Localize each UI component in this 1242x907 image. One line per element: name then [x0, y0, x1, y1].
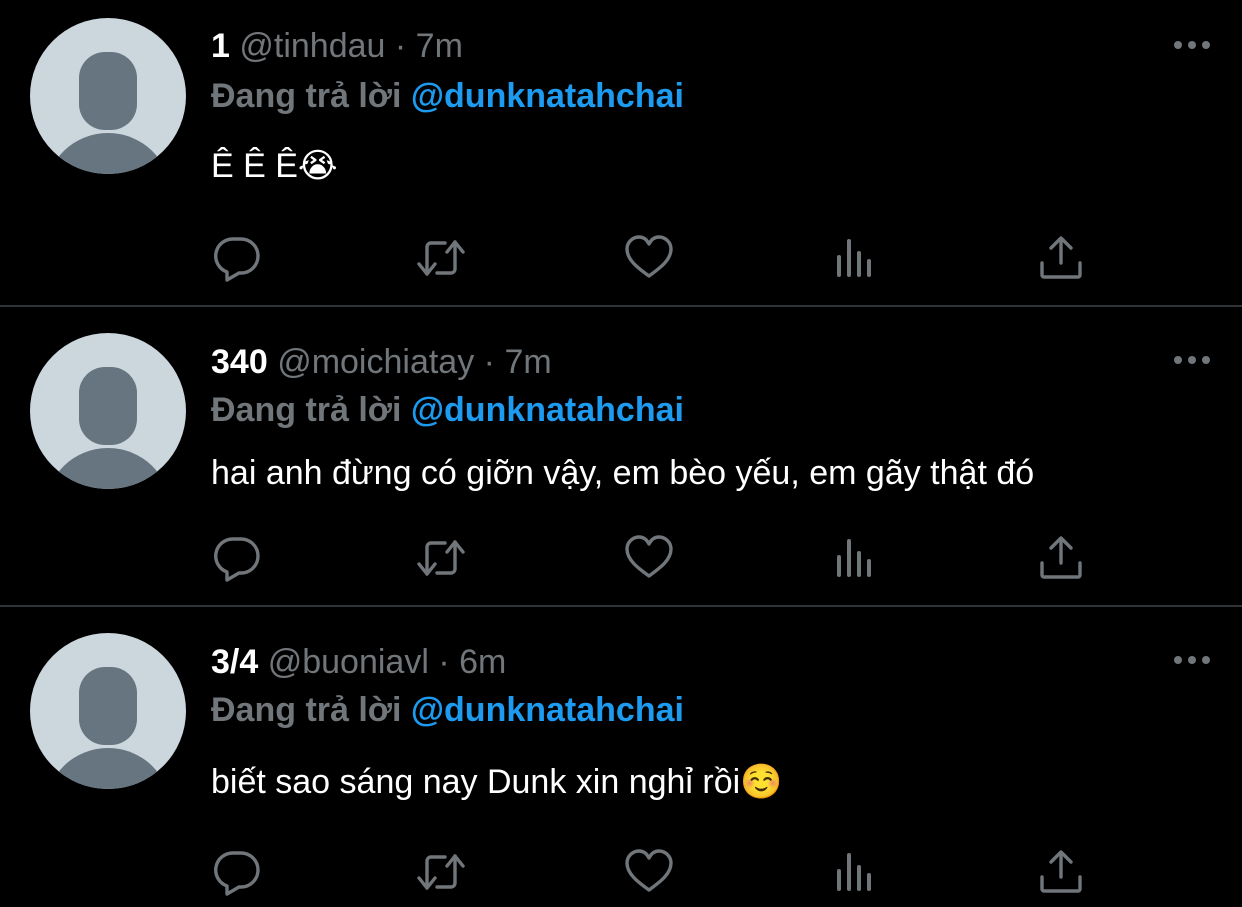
reply-icon — [214, 851, 260, 896]
reply-button[interactable] — [212, 233, 262, 283]
replying-to-mention[interactable]: @dunknatahchai — [411, 391, 684, 429]
default-avatar-icon — [49, 52, 167, 174]
replying-to-label: Đang trả lời — [211, 77, 402, 115]
separator-dot: · — [438, 643, 450, 681]
retweet-icon — [417, 240, 465, 276]
tweet[interactable]: 340 @moichiatay · 7m Đang trả lời @dunkn… — [0, 307, 1242, 605]
tweet[interactable]: 1 @tinhdau · 7m Đang trả lời @dunknatahc… — [0, 0, 1242, 306]
analytics-button[interactable] — [831, 533, 881, 583]
analytics-button[interactable] — [831, 847, 881, 897]
display-name[interactable]: 1 — [211, 27, 230, 65]
avatar[interactable] — [30, 633, 186, 789]
like-icon — [625, 535, 673, 578]
share-icon — [1040, 536, 1082, 579]
replying-to-mention[interactable]: @dunknatahchai — [411, 77, 684, 115]
timestamp[interactable]: 7m — [416, 27, 463, 65]
share-button[interactable] — [1036, 533, 1086, 583]
analytics-icon — [837, 539, 871, 577]
separator-dot: · — [483, 343, 495, 381]
replying-to-label: Đang trả lời — [211, 691, 402, 729]
timestamp[interactable]: 7m — [504, 343, 551, 381]
share-button[interactable] — [1036, 233, 1086, 283]
user-handle[interactable]: @tinhdau — [239, 27, 385, 65]
analytics-icon — [837, 853, 871, 891]
reply-icon — [214, 537, 260, 582]
user-handle[interactable]: @buoniavl — [268, 643, 429, 681]
like-button[interactable] — [624, 847, 674, 897]
reply-button[interactable] — [212, 533, 262, 583]
analytics-icon — [837, 239, 871, 277]
retweet-icon — [417, 854, 465, 890]
reply-feed: 1 @tinhdau · 7m Đang trả lời @dunknatahc… — [0, 0, 1242, 907]
tweet-header: 340 @moichiatay · 7m — [211, 342, 552, 382]
user-handle[interactable]: @moichiatay — [277, 343, 474, 381]
default-avatar-icon — [49, 667, 167, 789]
like-icon — [625, 849, 673, 892]
retweet-button[interactable] — [416, 847, 466, 897]
tweet-actions — [212, 233, 1092, 283]
replying-to-label: Đang trả lời — [211, 391, 402, 429]
retweet-button[interactable] — [416, 533, 466, 583]
retweet-button[interactable] — [416, 233, 466, 283]
tweet-actions — [212, 847, 1092, 897]
display-name[interactable]: 3/4 — [211, 643, 258, 681]
more-horizontal-icon[interactable] — [1172, 350, 1212, 370]
tweet-text: biết sao sáng nay Dunk xin nghỉ rồi☺️ — [211, 763, 783, 801]
tweet-header: 1 @tinhdau · 7m — [211, 26, 463, 66]
tweet-header: 3/4 @buoniavl · 6m — [211, 642, 506, 682]
replying-to-line: Đang trả lời @dunknatahchai — [211, 690, 684, 730]
replying-to-mention[interactable]: @dunknatahchai — [411, 691, 684, 729]
reply-icon — [214, 237, 260, 282]
like-button[interactable] — [624, 233, 674, 283]
tweet-text: hai anh đừng có giỡn vậy, em bèo yếu, em… — [211, 454, 1035, 492]
share-icon — [1040, 236, 1082, 279]
replying-to-line: Đang trả lời @dunknatahchai — [211, 390, 684, 430]
more-horizontal-icon[interactable] — [1172, 650, 1212, 670]
replying-to-line: Đang trả lời @dunknatahchai — [211, 76, 684, 116]
tweet-text: Ê Ê Ê😭 — [211, 147, 338, 185]
like-button[interactable] — [624, 533, 674, 583]
more-horizontal-icon[interactable] — [1172, 35, 1212, 55]
retweet-icon — [417, 540, 465, 576]
tweet[interactable]: 3/4 @buoniavl · 6m Đang trả lời @dunknat… — [0, 607, 1242, 907]
reply-button[interactable] — [212, 847, 262, 897]
share-icon — [1040, 850, 1082, 893]
display-name[interactable]: 340 — [211, 343, 268, 381]
tweet-actions — [212, 533, 1092, 583]
avatar[interactable] — [30, 18, 186, 174]
default-avatar-icon — [49, 367, 167, 489]
share-button[interactable] — [1036, 847, 1086, 897]
timestamp[interactable]: 6m — [459, 643, 506, 681]
like-icon — [625, 235, 673, 278]
separator-dot: · — [394, 27, 407, 65]
avatar[interactable] — [30, 333, 186, 489]
analytics-button[interactable] — [831, 233, 881, 283]
